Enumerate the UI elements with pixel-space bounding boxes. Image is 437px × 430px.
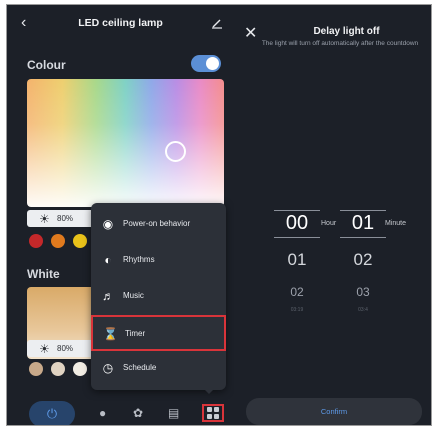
menu-item-label: Timer bbox=[125, 329, 146, 338]
menu-item-schedule[interactable]: ◷ Schedule bbox=[91, 351, 226, 387]
hour-option[interactable]: 02 bbox=[274, 285, 320, 299]
power-icon: ⏻ bbox=[46, 406, 58, 421]
menu-item-label: Music bbox=[123, 291, 144, 300]
colour-swatch-red[interactable] bbox=[29, 234, 43, 248]
minute-option[interactable]: 02 bbox=[340, 250, 386, 270]
menu-item-timer[interactable]: ⌛ Timer bbox=[91, 315, 226, 351]
menu-item-label: Schedule bbox=[123, 363, 157, 372]
minute-unit-label: Minute bbox=[385, 220, 407, 227]
scene-icon[interactable]: ▤ bbox=[168, 406, 179, 420]
colour-picker[interactable] bbox=[27, 79, 224, 207]
white-brightness-value: 80% bbox=[57, 344, 74, 353]
screenshot-frame: ‹ LED ceiling lamp Colour ☀ 80% White ☀ … bbox=[6, 4, 432, 426]
music-icon: ♬ bbox=[102, 289, 114, 303]
header: ‹ LED ceiling lamp bbox=[7, 5, 234, 45]
menu-item-rhythms[interactable]: ◐ Rhythms bbox=[91, 243, 226, 279]
grid-icon[interactable] bbox=[202, 404, 224, 422]
hour-picker-bottom-line bbox=[274, 237, 320, 238]
hour-option[interactable]: 03:19 bbox=[274, 307, 320, 313]
grid-cell bbox=[214, 414, 219, 419]
minute-option[interactable]: 03 bbox=[340, 285, 386, 299]
minute-picker-bottom-line bbox=[340, 237, 386, 238]
white-swatch-warm[interactable] bbox=[29, 362, 43, 376]
grid-cell bbox=[214, 407, 219, 412]
delay-off-screen: ✕ Delay light off The light will turn of… bbox=[234, 5, 431, 425]
power-on-icon: ◉ bbox=[102, 217, 114, 231]
white-swatch-cool[interactable] bbox=[73, 362, 87, 376]
hour-unit-label: Hour bbox=[321, 220, 337, 227]
colour-picker-handle[interactable] bbox=[165, 141, 186, 162]
page-title: Delay light off bbox=[313, 26, 380, 37]
page-subtitle: The light will turn off automatically af… bbox=[261, 40, 419, 47]
sun-icon: ☀ bbox=[39, 342, 50, 356]
colour-section-label: Colour bbox=[27, 58, 66, 72]
sun-icon: ☀ bbox=[39, 212, 50, 226]
menu-item-music[interactable]: ♬ Music bbox=[91, 279, 226, 315]
menu-pointer bbox=[203, 388, 215, 394]
menu-item-power-on-behavior[interactable]: ◉ Power-on behavior bbox=[91, 207, 226, 243]
clock-icon: ◷ bbox=[102, 361, 114, 375]
lamp-control-screen: ‹ LED ceiling lamp Colour ☀ 80% White ☀ … bbox=[7, 5, 234, 425]
minute-picker-top-line bbox=[340, 210, 386, 211]
colour-toggle[interactable] bbox=[191, 55, 221, 72]
palette-icon[interactable]: ✿ bbox=[133, 406, 143, 420]
hour-picker-top-line bbox=[274, 210, 320, 211]
white-swatch-neutral[interactable] bbox=[51, 362, 65, 376]
minute-option[interactable]: 03:4 bbox=[340, 307, 386, 313]
confirm-button[interactable]: Confirm bbox=[246, 398, 422, 425]
colour-brightness-value: 80% bbox=[57, 214, 74, 223]
grid-cell bbox=[207, 414, 212, 419]
hour-selected[interactable]: 00 bbox=[274, 212, 320, 235]
rhythm-icon: ◐ bbox=[104, 253, 112, 267]
white-section-label: White bbox=[27, 267, 60, 281]
minute-selected[interactable]: 01 bbox=[340, 212, 386, 235]
page-title: LED ceiling lamp bbox=[78, 17, 163, 29]
pencil-icon[interactable] bbox=[211, 17, 223, 29]
toggle-knob bbox=[206, 57, 219, 70]
grid-cell bbox=[207, 407, 212, 412]
colour-swatch-orange[interactable] bbox=[51, 234, 65, 248]
hour-option[interactable]: 01 bbox=[274, 250, 320, 270]
colour-swatch-yellow[interactable] bbox=[73, 234, 87, 248]
more-menu: ◉ Power-on behavior ◐ Rhythms ♬ Music ⌛ … bbox=[91, 203, 226, 390]
menu-item-label: Rhythms bbox=[123, 255, 155, 264]
power-button[interactable]: ⏻ bbox=[29, 401, 75, 425]
menu-item-label: Power-on behavior bbox=[123, 219, 191, 228]
hourglass-icon: ⌛ bbox=[103, 327, 118, 341]
bulb-icon[interactable]: ● bbox=[99, 406, 106, 420]
